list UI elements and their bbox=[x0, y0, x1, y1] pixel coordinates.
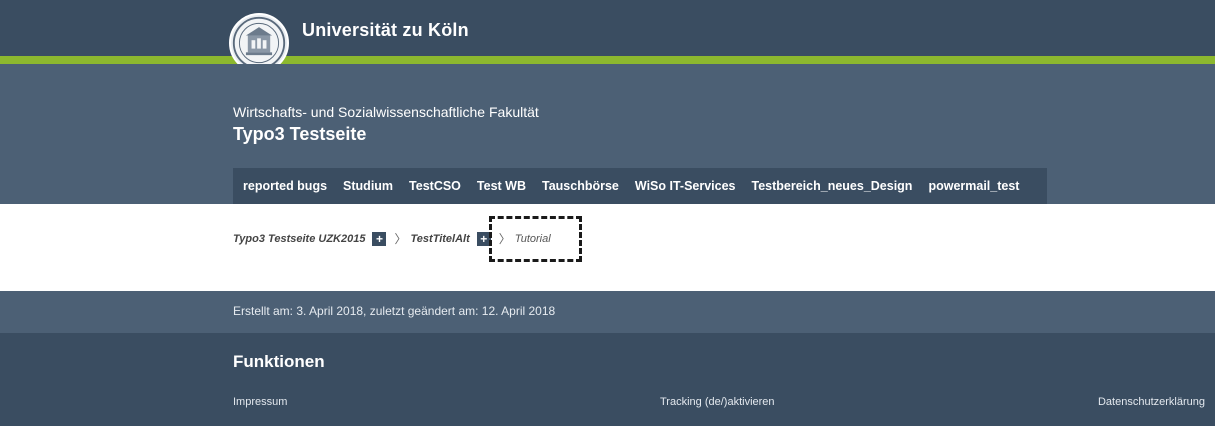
accent-line bbox=[0, 56, 1215, 64]
nav-item-test-wb[interactable]: Test WB bbox=[469, 168, 534, 204]
nav-item-testcso[interactable]: TestCSO bbox=[401, 168, 469, 204]
tracking-toggle-link[interactable]: Tracking (de/)aktivieren bbox=[660, 396, 775, 408]
page-meta-bar: Erstellt am: 3. April 2018, zuletzt geän… bbox=[0, 291, 1215, 333]
expand-plus-icon[interactable]: + bbox=[372, 231, 387, 246]
privacy-policy-link[interactable]: Datenschutzerklärung bbox=[1098, 396, 1205, 408]
main-navigation: reported bugs Studium TestCSO Test WB Ta… bbox=[233, 168, 1047, 204]
breadcrumb-link-testtitelalt[interactable]: TestTitelAlt bbox=[410, 233, 469, 245]
faculty-name[interactable]: Wirtschafts- und Sozialwissenschaftliche… bbox=[233, 104, 539, 120]
page-dates: Erstellt am: 3. April 2018, zuletzt geän… bbox=[233, 304, 556, 318]
breadcrumb: Typo3 Testseite UZK2015 + 〉 TestTitelAlt… bbox=[233, 230, 551, 247]
site-title[interactable]: Typo3 Testseite bbox=[233, 124, 366, 145]
breadcrumb-current-page: Tutorial bbox=[514, 232, 551, 245]
footer-title: Funktionen bbox=[233, 352, 325, 371]
nav-item-wiso-it-services[interactable]: WiSo IT-Services bbox=[627, 168, 744, 204]
nav-item-testbereich-neues-design[interactable]: Testbereich_neues_Design bbox=[744, 168, 921, 204]
nav-item-reported-bugs[interactable]: reported bugs bbox=[233, 168, 335, 204]
nav-item-studium[interactable]: Studium bbox=[335, 168, 401, 204]
breadcrumb-separator-icon: 〉 bbox=[498, 232, 511, 246]
impressum-link[interactable]: Impressum bbox=[233, 396, 287, 408]
expand-plus-icon[interactable]: + bbox=[476, 231, 491, 246]
nav-item-powermail-test[interactable]: powermail_test bbox=[920, 168, 1027, 204]
footer: Funktionen Impressum Tracking (de/)aktiv… bbox=[0, 333, 1215, 426]
breadcrumb-separator-icon: 〉 bbox=[394, 232, 407, 246]
breadcrumb-link-home[interactable]: Typo3 Testseite UZK2015 bbox=[233, 233, 365, 245]
nav-item-tauschboerse[interactable]: Tauschbörse bbox=[534, 168, 627, 204]
top-header-bar: Universität zu Köln bbox=[0, 0, 1215, 56]
university-name[interactable]: Universität zu Köln bbox=[302, 20, 469, 41]
